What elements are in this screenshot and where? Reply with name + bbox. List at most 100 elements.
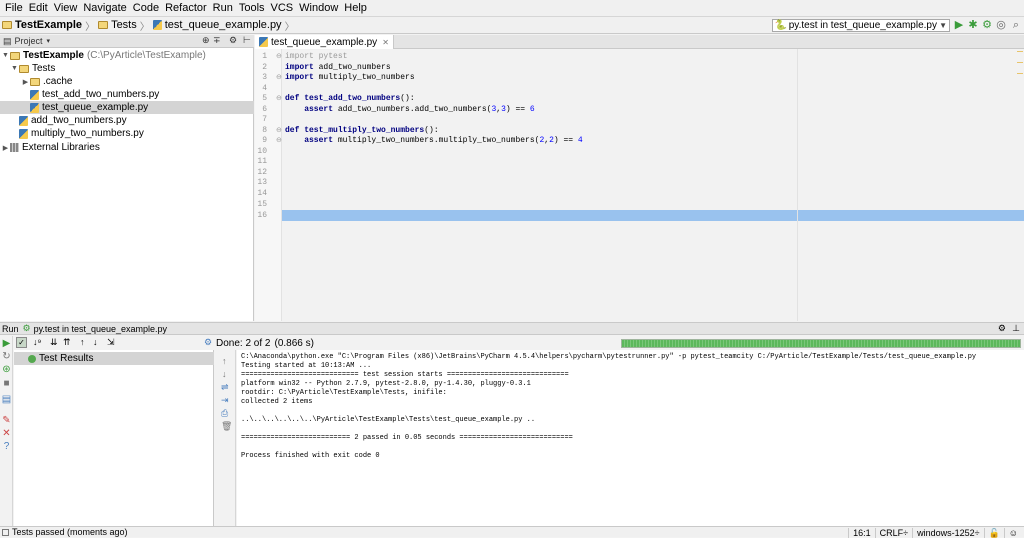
fold-icon[interactable]: ⊖ bbox=[276, 136, 282, 144]
breadcrumb-file[interactable]: test_queue_example.py bbox=[152, 19, 282, 31]
tree-item-external[interactable]: ▶ External Libraries bbox=[0, 141, 254, 154]
menu-window[interactable]: Window bbox=[296, 0, 341, 17]
fold-icon[interactable]: ⊖ bbox=[276, 52, 282, 60]
collapse-arrow-icon[interactable]: ▶ bbox=[21, 78, 30, 86]
tree-root-label: TestExample bbox=[23, 50, 84, 61]
tool-windows-icon[interactable] bbox=[2, 528, 9, 536]
menu-refactor[interactable]: Refactor bbox=[162, 0, 210, 17]
menu-navigate[interactable]: Navigate bbox=[80, 0, 129, 17]
stop-icon[interactable]: ■ bbox=[1, 378, 12, 389]
line-number: 16 bbox=[257, 211, 267, 220]
run-icon[interactable]: ▶ bbox=[953, 19, 965, 31]
collapse-icon[interactable]: ∓ bbox=[213, 35, 221, 46]
status-bar: Tests passed (moments ago) 16:1 CRLF÷ wi… bbox=[0, 526, 1024, 538]
rerun-icon[interactable]: ▶ bbox=[1, 338, 12, 349]
close-icon[interactable]: ✕ bbox=[1, 428, 12, 439]
fold-icon[interactable]: ⊖ bbox=[276, 73, 282, 81]
tree-item-test-add[interactable]: test_add_two_numbers.py bbox=[0, 88, 254, 101]
lock-icon[interactable]: 🔓 bbox=[983, 527, 1004, 538]
editor-scrollbar[interactable] bbox=[1014, 49, 1024, 321]
folder-icon bbox=[2, 21, 12, 29]
scroll-to-end-icon[interactable]: ⇥ bbox=[221, 395, 229, 406]
menu-code[interactable]: Code bbox=[130, 0, 162, 17]
collapse-all-icon[interactable]: ⇈ bbox=[63, 337, 71, 348]
coverage-icon[interactable]: ⚙ bbox=[981, 19, 993, 31]
scroll-up-icon[interactable]: ↑ bbox=[222, 356, 227, 366]
tree-file-label: test_add_two_numbers.py bbox=[42, 89, 160, 100]
collapse-arrow-icon[interactable]: ▶ bbox=[1, 144, 10, 152]
toggle-auto-test-icon[interactable]: ⊛ bbox=[1, 364, 12, 375]
hide-icon[interactable]: ⊢ bbox=[243, 35, 251, 46]
menu-file[interactable]: File bbox=[2, 0, 26, 17]
export-icon[interactable]: ⇲ bbox=[107, 337, 115, 348]
fold-icon[interactable]: ⊖ bbox=[276, 126, 282, 134]
library-icon bbox=[10, 143, 19, 152]
scroll-down-icon[interactable]: ↓ bbox=[222, 369, 227, 379]
run-config-dropdown[interactable]: 🐍 py.test in test_queue_example.py ▼ bbox=[771, 19, 950, 32]
run-panel-config[interactable]: py.test in test_queue_example.py bbox=[34, 324, 167, 334]
console-line: C:\Anaconda\python.exe "C:\Program Files… bbox=[241, 353, 977, 361]
code-token: test_add_two_numbers bbox=[299, 94, 401, 103]
debug-icon[interactable]: ✱ bbox=[967, 19, 979, 31]
tree-item-root[interactable]: ▼ TestExample (C:\PyArticle\TestExample) bbox=[0, 49, 254, 62]
code-token: test_multiply_two_numbers bbox=[299, 126, 425, 135]
fold-icon[interactable]: ⊖ bbox=[276, 94, 282, 102]
menu-tools[interactable]: Tools bbox=[236, 0, 268, 17]
expand-all-icon[interactable]: ⇊ bbox=[50, 337, 58, 348]
status-message: Tests passed (moments ago) bbox=[12, 527, 128, 537]
sync-icon[interactable]: ⊕ bbox=[202, 35, 210, 46]
show-passed-icon[interactable]: ✓ bbox=[16, 337, 27, 348]
layout-icon[interactable]: ▤ bbox=[1, 394, 12, 405]
settings-icon[interactable]: ⚙ bbox=[204, 337, 212, 348]
search-icon[interactable]: ⌕ bbox=[1010, 19, 1022, 31]
menu-run[interactable]: Run bbox=[210, 0, 236, 17]
code-token: ) == bbox=[505, 105, 530, 114]
print-icon[interactable]: ⎙ bbox=[221, 408, 228, 419]
pin-icon[interactable]: ✎ bbox=[1, 415, 12, 426]
console-output[interactable]: C:\Anaconda\python.exe "C:\Program Files… bbox=[237, 350, 1024, 526]
line-number: 10 bbox=[257, 147, 267, 156]
sort-alpha-icon[interactable]: ↓⁹ bbox=[33, 337, 41, 347]
close-icon[interactable]: ✕ bbox=[382, 38, 389, 47]
project-icon: ▤ bbox=[3, 35, 12, 46]
gear-icon[interactable]: ⚙ bbox=[998, 323, 1006, 334]
breadcrumb-project[interactable]: TestExample bbox=[2, 19, 82, 31]
line-number: 4 bbox=[262, 84, 267, 93]
soft-wrap-icon[interactable]: ⇌ bbox=[221, 382, 229, 393]
chevron-down-icon[interactable]: ▾ bbox=[47, 37, 51, 45]
trash-icon[interactable]: 🗑 bbox=[221, 421, 232, 432]
expand-arrow-icon[interactable]: ▼ bbox=[1, 52, 10, 59]
inspector-icon[interactable]: ☺ bbox=[1003, 527, 1022, 538]
tree-item-test-queue[interactable]: test_queue_example.py bbox=[0, 101, 254, 114]
menu-bar: File Edit View Navigate Code Refactor Ru… bbox=[0, 0, 1024, 17]
menu-vcs[interactable]: VCS bbox=[268, 0, 297, 17]
gear-icon[interactable]: ⚙ bbox=[229, 35, 237, 46]
menu-help[interactable]: Help bbox=[341, 0, 370, 17]
tree-item-multiply[interactable]: multiply_two_numbers.py bbox=[0, 127, 254, 140]
console-line: platform win32 -- Python 2.7.9, pytest-2… bbox=[241, 380, 531, 388]
menu-view[interactable]: View bbox=[51, 0, 81, 17]
folder-icon bbox=[98, 21, 109, 29]
expand-arrow-icon[interactable]: ▼ bbox=[10, 65, 19, 72]
tree-item-add[interactable]: add_two_numbers.py bbox=[0, 114, 254, 127]
previous-icon[interactable]: ↑ bbox=[80, 337, 85, 347]
tab-test-queue-example[interactable]: test_queue_example.py ✕ bbox=[255, 35, 394, 49]
tree-item-tests[interactable]: ▼ Tests bbox=[0, 62, 254, 75]
profile-icon[interactable]: ◎ bbox=[995, 19, 1007, 31]
line-separator[interactable]: CRLF÷ bbox=[874, 527, 912, 538]
help-icon[interactable]: ? bbox=[1, 441, 12, 452]
line-number: 2 bbox=[262, 63, 267, 72]
rerun-failed-icon[interactable]: ↻ bbox=[1, 351, 12, 362]
next-icon[interactable]: ↓ bbox=[93, 337, 98, 347]
tree-item-test-results[interactable]: Test Results bbox=[14, 352, 214, 365]
code-editor[interactable]: import pytest import add_two_numbers imp… bbox=[282, 49, 1024, 321]
code-token: assert bbox=[285, 136, 334, 145]
menu-edit[interactable]: Edit bbox=[26, 0, 51, 17]
project-panel-title[interactable]: Project bbox=[15, 36, 43, 46]
breadcrumb-folder[interactable]: Tests bbox=[98, 19, 137, 31]
caret-position[interactable]: 16:1 bbox=[848, 527, 875, 538]
hide-icon[interactable]: ⊥ bbox=[1012, 323, 1020, 334]
folder-icon bbox=[19, 64, 29, 73]
tree-item-cache[interactable]: ▶ .cache bbox=[0, 75, 254, 88]
file-encoding[interactable]: windows-1252÷ bbox=[912, 527, 983, 538]
